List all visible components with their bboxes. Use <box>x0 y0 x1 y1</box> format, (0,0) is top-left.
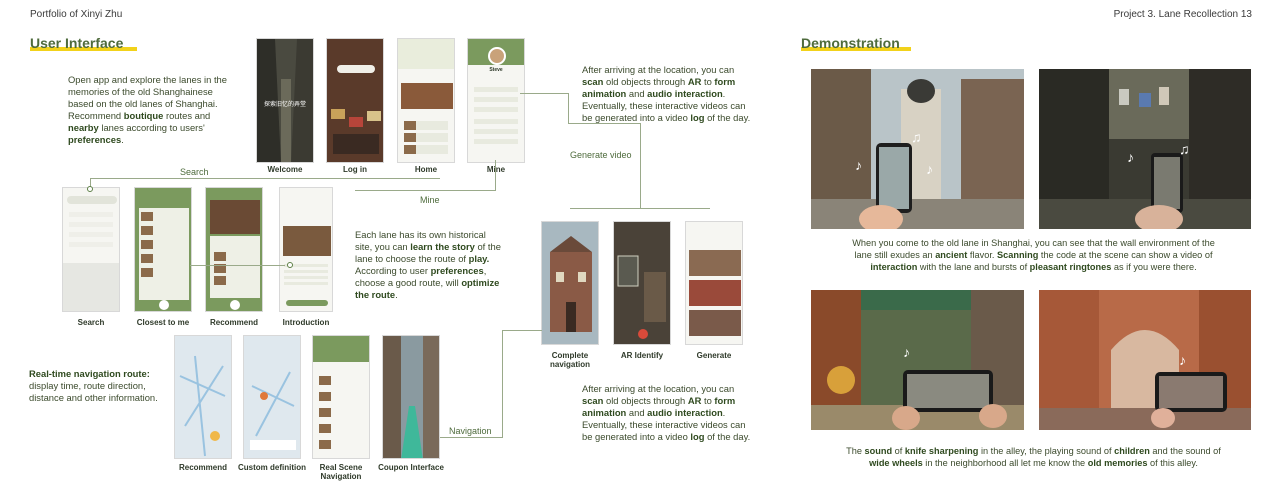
demo-caption-2: The sound of knife sharpening in the all… <box>846 446 1221 468</box>
ui-section-title: User Interface <box>30 35 124 51</box>
introduction-screen <box>279 187 333 312</box>
lane-description: Each lane has its own historical site, y… <box>355 229 501 300</box>
music-note-icon: ♪ <box>855 157 862 173</box>
ar-identify-screen <box>613 221 671 345</box>
connector-navigation-h <box>502 330 542 331</box>
caption-ar-identify: AR Identify <box>620 351 664 360</box>
demo-photo-arch-alley: ♪ <box>1039 290 1251 430</box>
music-note-icon: ♪ <box>1127 149 1134 165</box>
caption-custom-definition: Custom definition <box>238 463 306 472</box>
custom-definition-screen <box>243 335 301 459</box>
welcome-screen: 探索旧忆的弄堂 <box>256 38 314 163</box>
caption-generate: Generate <box>696 351 732 360</box>
caption-recommend: Recommend <box>209 318 258 327</box>
caption-complete-navigation: Complete navigation <box>549 351 590 369</box>
connector-mine-vert <box>495 160 496 191</box>
navigation-description: Real-time navigation route: display time… <box>29 368 158 403</box>
connector-mine <box>355 190 495 191</box>
mine-screen: Steve <box>467 38 525 163</box>
recommend-screen <box>205 187 263 312</box>
label-search: Search <box>180 167 209 177</box>
welcome-slogan: 探索旧忆的弄堂 <box>263 102 306 108</box>
label-generate-video: Generate video <box>570 150 632 160</box>
connector-navigation <box>440 437 502 438</box>
ar-description-top: After arriving at the location, you can … <box>582 64 751 123</box>
music-note-icon: ♫ <box>911 129 922 145</box>
demo-photo-street-clocktower: ♫ ♪ ♪ <box>811 69 1024 229</box>
connector-navigation-up <box>502 330 503 438</box>
caption-welcome: Welcome <box>267 165 303 174</box>
music-note-icon: ♪ <box>1179 352 1186 368</box>
caption-search: Search <box>77 318 105 327</box>
nav-recommend-screen <box>174 335 232 459</box>
caption-login: Log in <box>343 165 367 174</box>
caption-home: Home <box>414 165 438 174</box>
portfolio-author: Portfolio of Xinyi Zhu <box>30 9 123 20</box>
connector-intro <box>190 265 285 266</box>
mine-username: Steve <box>489 67 503 73</box>
connector-video-down <box>640 123 641 208</box>
music-note-icon: ♪ <box>903 344 910 360</box>
caption-nav-recommend: Recommend <box>178 463 227 472</box>
generate-screen <box>685 221 743 345</box>
connector-video-drop <box>568 93 569 123</box>
label-navigation: Navigation <box>449 426 492 436</box>
coupon-screen <box>382 335 440 459</box>
home-screen <box>397 38 455 163</box>
complete-navigation-screen <box>541 221 599 345</box>
closest-screen <box>134 187 192 312</box>
demo-photo-cafe-alley: ♪ <box>811 290 1024 430</box>
ar-description-bottom: After arriving at the location, you can … <box>582 383 751 442</box>
caption-real-scene: Real Scene Navigation <box>319 463 363 481</box>
demo-section-title: Demonstration <box>801 35 900 51</box>
label-mine: Mine <box>420 195 440 205</box>
music-note-icon: ♪ <box>926 161 933 177</box>
login-screen <box>326 38 384 163</box>
connector-ar <box>570 208 710 209</box>
caption-introduction: Introduction <box>282 318 330 327</box>
project-page-label: Project 3. Lane Recollection 13 <box>1113 9 1252 20</box>
caption-closest: Closest to me <box>136 318 190 327</box>
real-scene-screen <box>312 335 370 459</box>
connector-search <box>90 178 440 179</box>
demo-caption-1: When you come to the old lane in Shangha… <box>852 238 1215 272</box>
connector-node <box>287 262 293 268</box>
caption-mine: Mine <box>467 165 525 174</box>
search-screen <box>62 187 120 312</box>
connector-node <box>87 186 93 192</box>
music-note-icon: ♫ <box>1179 141 1190 157</box>
ui-intro-text: Open app and explore the lanes in the me… <box>68 74 227 145</box>
connector-video <box>520 93 568 94</box>
caption-coupon: Coupon Interface <box>378 463 444 472</box>
demo-photo-laundry-lane: ♪ ♫ <box>1039 69 1251 229</box>
